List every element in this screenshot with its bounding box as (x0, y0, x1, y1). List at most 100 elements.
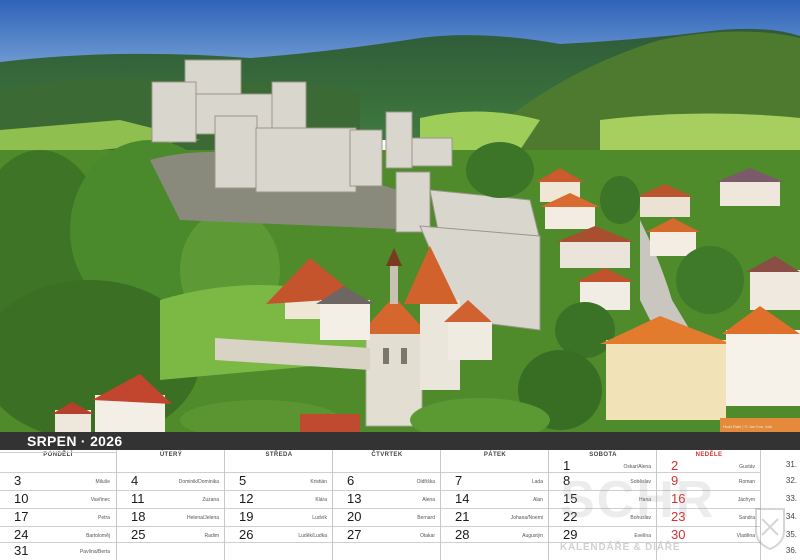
weekday-header: ČTVRTEK (371, 452, 403, 458)
name-day: Soběslav (630, 479, 651, 485)
calendar-cell: 21 Johana/Noemi (441, 508, 549, 527)
name-day: Radim (204, 533, 219, 539)
day-number: 29 (563, 527, 578, 542)
column-thursday: ČTVRTEK 6 Oldřiška 13 Alena 20 Bernard 27 Ot… (332, 450, 441, 560)
name-day: Dominik/Dominika (178, 479, 219, 485)
name-day: Bernard (417, 515, 435, 521)
calendar-cell: 5 Kristián (225, 472, 333, 491)
day-number: 28 (455, 527, 470, 542)
day-number: 15 (563, 491, 578, 506)
calendar-cell: 14 Alan (441, 490, 549, 509)
photo-credit: Hrad Rabí | © Jan Kos, foto (723, 424, 772, 429)
calendar-cell: 12 Klára (225, 490, 333, 509)
name-day: Lada (531, 479, 543, 485)
day-number: 27 (347, 527, 362, 542)
name-day: Klára (315, 497, 327, 503)
day-number: 13 (347, 491, 362, 506)
calendar-cell: 13 Alena (333, 490, 441, 509)
day-number: 12 (239, 491, 254, 506)
weekday-header: ÚTERÝ (159, 452, 183, 458)
calendar-cell: 8 Soběslav (549, 472, 657, 491)
day-number: 19 (239, 509, 254, 524)
calendar-cell: 9 Roman (657, 472, 761, 491)
day-number: 8 (563, 473, 571, 488)
calendar-cell: 15 Hana (549, 490, 657, 509)
name-day: Gustáv (739, 464, 755, 470)
crest-icon (755, 508, 785, 551)
day-number: 2 (671, 458, 679, 473)
name-day: Oldřiška (416, 479, 435, 485)
calendar-cell: 7 Lada (441, 472, 549, 491)
weekday-header: STŘEDA (265, 452, 293, 458)
name-day: Alena (422, 497, 435, 503)
name-day: Roman (738, 479, 755, 485)
day-number: 9 (671, 473, 679, 488)
castle-photo: Hrad Rabí | © Jan Kos, foto (0, 0, 800, 432)
day-number: 25 (131, 527, 146, 542)
month-bar: SRPEN · 2026 (0, 432, 800, 450)
name-day: Hana (639, 497, 651, 503)
day-number: 31 (14, 543, 29, 558)
name-day: Oskar/Alena (623, 464, 651, 470)
day-number: 26 (239, 527, 254, 542)
day-number: 21 (455, 509, 470, 524)
name-day: Bohuslav (630, 515, 651, 521)
calendar-cell: 31 Pavlína/Berta (0, 542, 116, 560)
day-number: 6 (347, 473, 355, 488)
calendar-cell: 23 Sandra (657, 508, 761, 527)
day-number: 5 (239, 473, 247, 488)
calendar-cell: 3 Miluše (0, 472, 116, 491)
name-day: Kristián (310, 479, 327, 485)
calendar-cell: 16 Jáchym (657, 490, 761, 509)
column-friday: PÁTEK 7 Lada 14 Alan 21 Johana/Noemi 28 Augu… (440, 450, 549, 560)
calendar-cell: 4 Dominik/Dominika (117, 472, 225, 491)
calendar-cell: 20 Bernard (333, 508, 441, 527)
day-number: 23 (671, 509, 686, 524)
calendar-cell (0, 452, 116, 471)
calendar-cell (225, 542, 333, 560)
day-number: 18 (131, 509, 146, 524)
week-number: 31. (785, 460, 797, 469)
day-number: 20 (347, 509, 362, 524)
column-tuesday: ÚTERÝ 4 Dominik/Dominika 11 Zuzana 18 Helen… (116, 450, 225, 560)
watermark-tagline: KALENDÁŘE & DIÁŘE (560, 542, 681, 553)
weekday-header: PÁTEK (483, 452, 507, 458)
day-number: 14 (455, 491, 470, 506)
name-day: Alan (532, 497, 543, 503)
name-day: Petra (98, 515, 110, 521)
name-day: Evelína (634, 533, 651, 539)
calendar-cell: 11 Zuzana (117, 490, 225, 509)
calendar-cell: 22 Bohuslav (549, 508, 657, 527)
name-day: Otakar (419, 533, 435, 539)
week-number: 32. (785, 476, 797, 485)
month-title: SRPEN · 2026 (27, 433, 123, 449)
day-number: 3 (14, 473, 22, 488)
week-number: 33. (785, 494, 797, 503)
calendar-cell: 17 Petra (0, 508, 116, 527)
day-number: 4 (131, 473, 139, 488)
column-monday: PONDĚLÍ 3 Miluše 10 Vavřinec 17 Petra 24 Bar… (0, 450, 116, 560)
name-day: Johana/Noemi (510, 515, 543, 521)
calendar-cell (441, 542, 549, 560)
name-day: Jáchym (737, 497, 755, 503)
name-day: Zuzana (202, 497, 219, 503)
name-day: Helena/Jelena (187, 515, 219, 521)
day-number: 1 (563, 458, 571, 473)
name-day: Ludvík (312, 515, 327, 521)
day-number: 24 (14, 527, 29, 542)
name-day: Pavlína/Berta (79, 549, 110, 555)
calendar-cell: 18 Helena/Jelena (117, 508, 225, 527)
name-day: Augustýn (522, 533, 543, 539)
name-day: Bartoloměj (86, 533, 110, 539)
name-day: Miluše (95, 479, 110, 485)
name-day: Vavřinec (90, 497, 110, 503)
calendar-cell (333, 542, 441, 560)
calendar-cell: 10 Vavřinec (0, 490, 116, 509)
day-number: 7 (455, 473, 463, 488)
day-number: 30 (671, 527, 686, 542)
calendar-cell: 19 Ludvík (225, 508, 333, 527)
calendar-cell (117, 542, 225, 560)
calendar-cell: 6 Oldřiška (333, 472, 441, 491)
column-wednesday: STŘEDA 5 Kristián 12 Klára 19 Ludvík 26 Ludě… (224, 450, 333, 560)
name-day: Luděk/Ludka (298, 533, 327, 539)
